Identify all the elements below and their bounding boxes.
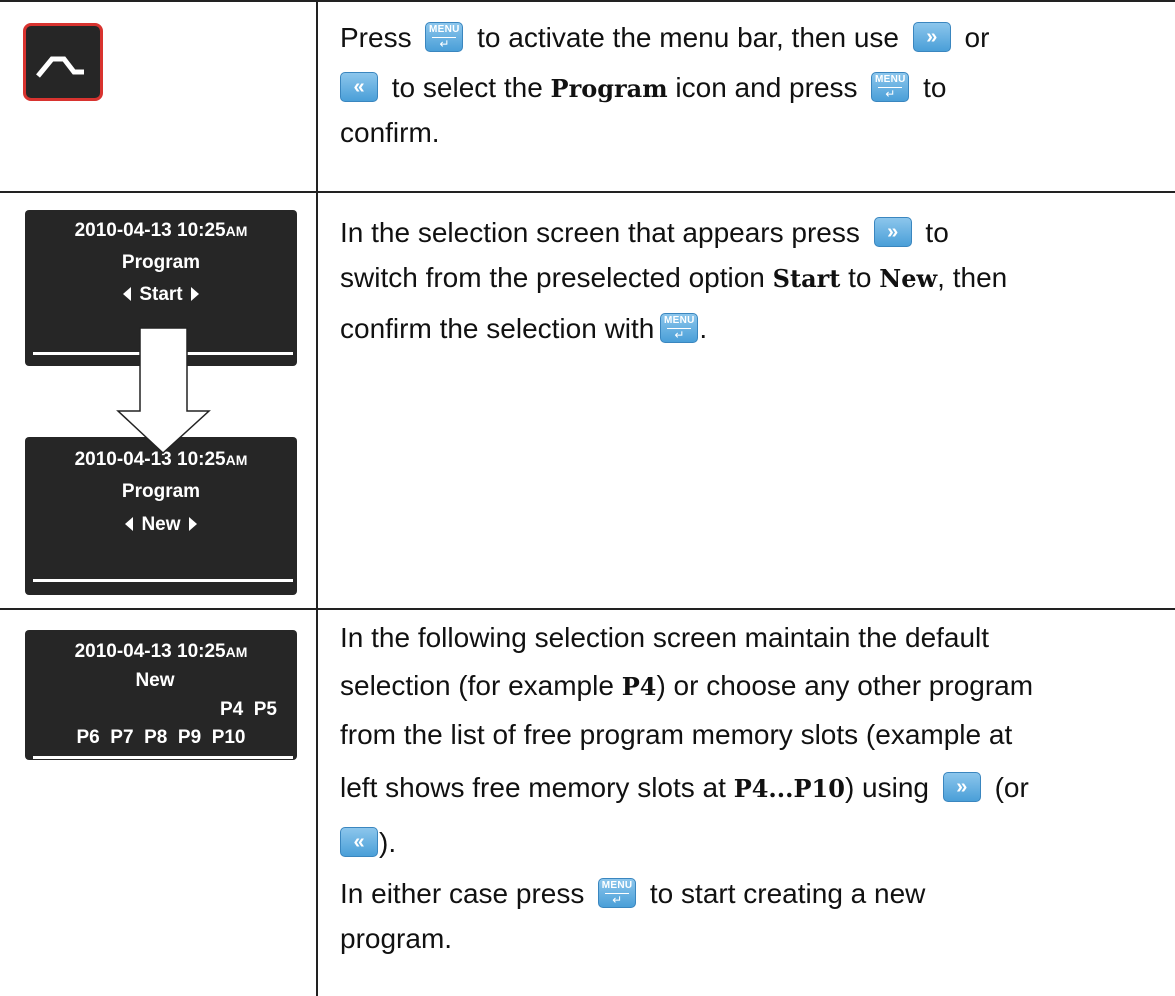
right-arrow-glyph: » — [956, 775, 968, 798]
lcd-title: New — [135, 670, 175, 691]
menu-key-label: MENU — [601, 879, 633, 891]
text-run: . — [699, 313, 708, 344]
lcd-option: Start — [25, 284, 297, 306]
lcd-title: Program — [121, 252, 201, 273]
text-run: program. — [340, 923, 453, 954]
right-arrow-glyph: » — [926, 25, 938, 48]
text-line: program. — [340, 920, 1033, 958]
lcd-datetime: 2010-04-13 10:25AM — [74, 220, 248, 241]
text-line: switch from the preselected option Start… — [340, 255, 1007, 302]
triangle-left-icon — [123, 287, 132, 301]
text-run: confirm. — [340, 117, 440, 148]
text-run: to start creating a new — [649, 878, 926, 909]
program-term: Program — [550, 74, 668, 103]
text-line: from the list of free program memory slo… — [340, 711, 1033, 759]
text-line: left shows free memory slots at P4...P10… — [340, 759, 1033, 818]
enter-symbol: ↵ — [612, 892, 623, 907]
menu-key-label: MENU — [664, 314, 695, 326]
right-arrow-glyph: » — [887, 220, 899, 243]
row3-instructions: In the following selection screen mainta… — [340, 614, 1033, 958]
enter-symbol: ↵ — [674, 327, 685, 342]
lcd-title: Program — [121, 481, 201, 502]
text-run: to select the — [391, 72, 543, 103]
row2-instructions: In the selection screen that appears pre… — [340, 211, 1007, 356]
text-run: , then — [937, 262, 1008, 293]
right-arrow-key-icon: » — [912, 21, 951, 52]
text-run: icon and press — [675, 72, 858, 103]
text-run: (or — [994, 772, 1029, 803]
menu-enter-key-icon: MENU ↵ — [425, 21, 464, 52]
triangle-right-icon — [188, 517, 197, 531]
lcd-underline — [33, 756, 293, 759]
lcd-screen-new: 2010-04-13 10:25AM Program New — [25, 437, 297, 595]
text-run: confirm the selection with — [340, 313, 655, 344]
lcd-slots-row1: P4 P5 — [219, 699, 277, 720]
text-line: In the selection screen that appears pre… — [340, 211, 1007, 255]
right-arrow-key-icon: » — [942, 771, 981, 802]
text-run: left shows free memory slots at — [340, 772, 726, 803]
text-line: « to select the Program icon and press M… — [340, 63, 989, 114]
lcd-underline — [33, 579, 293, 582]
start-term: Start — [772, 264, 841, 293]
row-divider-1 — [0, 191, 1175, 193]
row1-instructions: Press MENU ↵ to activate the menu bar, th… — [340, 13, 989, 152]
p4-term: P4 — [621, 672, 657, 701]
text-run: ) or choose any other program — [656, 670, 1034, 701]
text-run: from the list of free program memory slo… — [340, 719, 1013, 750]
new-term: New — [879, 264, 938, 293]
text-line: In either case press MENU ↵ to start crea… — [340, 868, 1033, 920]
text-run: Press — [340, 22, 412, 53]
enter-symbol: ↵ — [439, 36, 450, 51]
program-ramp-icon — [23, 23, 103, 101]
triangle-left-icon — [125, 517, 134, 531]
text-run: In the following selection screen mainta… — [340, 622, 990, 653]
left-arrow-glyph: « — [353, 830, 365, 853]
menu-enter-key-icon: MENU ↵ — [871, 71, 910, 102]
text-run: In either case press — [340, 878, 585, 909]
menu-key-label: MENU — [429, 23, 460, 35]
triangle-right-icon — [190, 287, 199, 301]
top-border — [0, 0, 1175, 2]
text-run: to activate the menu bar, then use — [477, 22, 899, 53]
text-line: confirm the selection with MENU ↵. — [340, 302, 1007, 356]
text-line: «). — [340, 818, 1033, 868]
text-line: selection (for example P4) or choose any… — [340, 662, 1033, 711]
lcd-option: New — [25, 514, 297, 536]
text-run: switch from the preselected option — [340, 262, 765, 293]
enter-symbol: ↵ — [885, 86, 896, 101]
left-arrow-glyph: « — [353, 75, 365, 98]
slot-range-term: P4...P10 — [733, 774, 845, 803]
text-run: to — [848, 262, 872, 293]
text-run: ) using — [844, 772, 929, 803]
text-run: selection (for example — [340, 670, 614, 701]
left-arrow-key-icon: « — [340, 71, 378, 102]
menu-enter-key-icon: MENU ↵ — [660, 312, 699, 343]
text-line: Press MENU ↵ to activate the menu bar, th… — [340, 13, 989, 63]
menu-enter-key-icon: MENU ↵ — [598, 877, 637, 908]
left-arrow-key-icon: « — [340, 826, 378, 857]
row-divider-2 — [0, 608, 1175, 610]
column-divider — [316, 0, 318, 996]
text-run: to — [925, 217, 949, 248]
lcd-slots-row2: P6 P7 P8 P9 P10 — [76, 727, 246, 748]
text-run: ). — [379, 827, 397, 858]
text-line: confirm. — [340, 114, 989, 152]
menu-key-label: MENU — [874, 73, 906, 85]
text-run: or — [964, 22, 990, 53]
text-run: In the selection screen that appears pre… — [340, 217, 860, 248]
lcd-datetime: 2010-04-13 10:25AM — [74, 641, 248, 662]
text-line: In the following selection screen mainta… — [340, 614, 1033, 662]
lcd-screen-slots: 2010-04-13 10:25AM New P4 P5 P6 P7 P8 P9… — [25, 630, 297, 760]
right-arrow-key-icon: » — [873, 216, 912, 247]
down-arrow-icon — [116, 327, 211, 455]
text-run: to — [923, 72, 947, 103]
